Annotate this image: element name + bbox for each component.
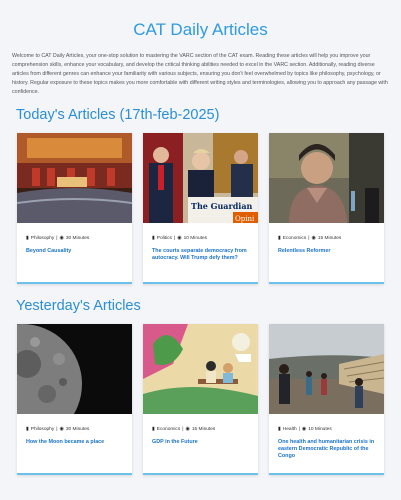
article-image: The Guardian Opini — [143, 133, 258, 223]
intro-text: Welcome to CAT Daily Articles, your one-… — [12, 53, 388, 95]
bookmark-icon: ▮ — [278, 426, 281, 432]
article-card-moon-place[interactable]: ▮ Philosophy | ◉ 30 Minutes How the Moon… — [17, 324, 132, 475]
article-meta: ▮ Philosophy | ◉ 30 Minutes — [26, 426, 90, 432]
guardian-logo: The Guardian — [191, 201, 253, 211]
article-duration: 10 Minutes — [183, 235, 208, 241]
bookmark-icon: ▮ — [152, 426, 155, 432]
article-title-link[interactable]: One health and humanitarian crisis in ea… — [278, 439, 375, 460]
article-duration: 15 Minutes — [317, 235, 342, 241]
bookmark-icon: ▮ — [278, 235, 281, 241]
today-heading: Today's Articles (17th-feb-2025) — [16, 107, 220, 123]
article-meta: ▮ Politics | ◉ 10 Minutes — [152, 235, 208, 241]
clock-icon: ◉ — [59, 235, 64, 241]
yesterday-cards: ▮ Philosophy | ◉ 30 Minutes How the Moon… — [10, 324, 391, 475]
article-duration: 30 Minutes — [65, 235, 90, 241]
page: CAT Daily Articles Welcome to CAT Daily … — [0, 0, 401, 500]
clock-icon: ◉ — [177, 235, 182, 241]
article-category: Economics — [282, 235, 307, 241]
article-duration: 15 Minutes — [191, 426, 216, 432]
article-category: Health — [282, 426, 297, 432]
article-duration: 10 Minutes — [308, 426, 332, 432]
article-card-beyond-causality[interactable]: ▮ Philosophy | ◉ 30 Minutes Beyond Causa… — [17, 133, 132, 284]
article-category: Philosophy — [30, 426, 55, 432]
article-card-congo-health[interactable]: ▮ Health | ◉ 10 Minutes One health and h… — [269, 324, 384, 475]
article-image — [17, 324, 132, 414]
article-category: Philosophy — [30, 235, 55, 241]
article-image — [143, 324, 258, 414]
article-card-relentless-reformer[interactable]: ▮ Economics | ◉ 15 Minutes Relentless Re… — [269, 133, 384, 284]
article-title-link[interactable]: Relentless Reformer — [278, 248, 375, 255]
article-category: Politics — [156, 235, 172, 241]
article-category: Economics — [156, 426, 181, 432]
article-image — [269, 324, 384, 414]
article-meta: ▮ Health | ◉ 10 Minutes — [278, 426, 332, 432]
article-meta: ▮ Economics | ◉ 15 Minutes — [152, 426, 216, 432]
article-meta: ▮ Economics | ◉ 15 Minutes — [278, 235, 342, 241]
bookmark-icon: ▮ — [152, 235, 155, 241]
article-image — [269, 133, 384, 223]
article-title-link[interactable]: Beyond Causality — [26, 248, 123, 255]
clock-icon: ◉ — [185, 426, 190, 432]
article-title-link[interactable]: How the Moon became a place — [26, 439, 123, 446]
article-card-courts-democracy[interactable]: The Guardian Opini ▮ Politics | ◉ 10 Min… — [143, 133, 258, 284]
bookmark-icon: ▮ — [26, 235, 29, 241]
clock-icon: ◉ — [59, 426, 64, 432]
yesterday-heading: Yesterday's Articles — [16, 298, 141, 314]
article-title-link[interactable]: The courts separate democracy from autoc… — [152, 248, 249, 262]
page-title: CAT Daily Articles — [133, 20, 268, 39]
article-image — [17, 133, 132, 223]
article-card-gdp-future[interactable]: ▮ Economics | ◉ 15 Minutes GDP in the Fu… — [143, 324, 258, 475]
article-title-link[interactable]: GDP in the Future — [152, 439, 249, 446]
svg-text:Opini: Opini — [235, 215, 255, 223]
bookmark-icon: ▮ — [26, 426, 29, 432]
clock-icon: ◉ — [301, 426, 307, 432]
today-cards: ▮ Philosophy | ◉ 30 Minutes Beyond Causa… — [10, 133, 391, 284]
article-meta: ▮ Philosophy | ◉ 30 Minutes — [26, 235, 90, 241]
clock-icon: ◉ — [311, 235, 316, 241]
article-duration: 30 Minutes — [65, 426, 90, 432]
